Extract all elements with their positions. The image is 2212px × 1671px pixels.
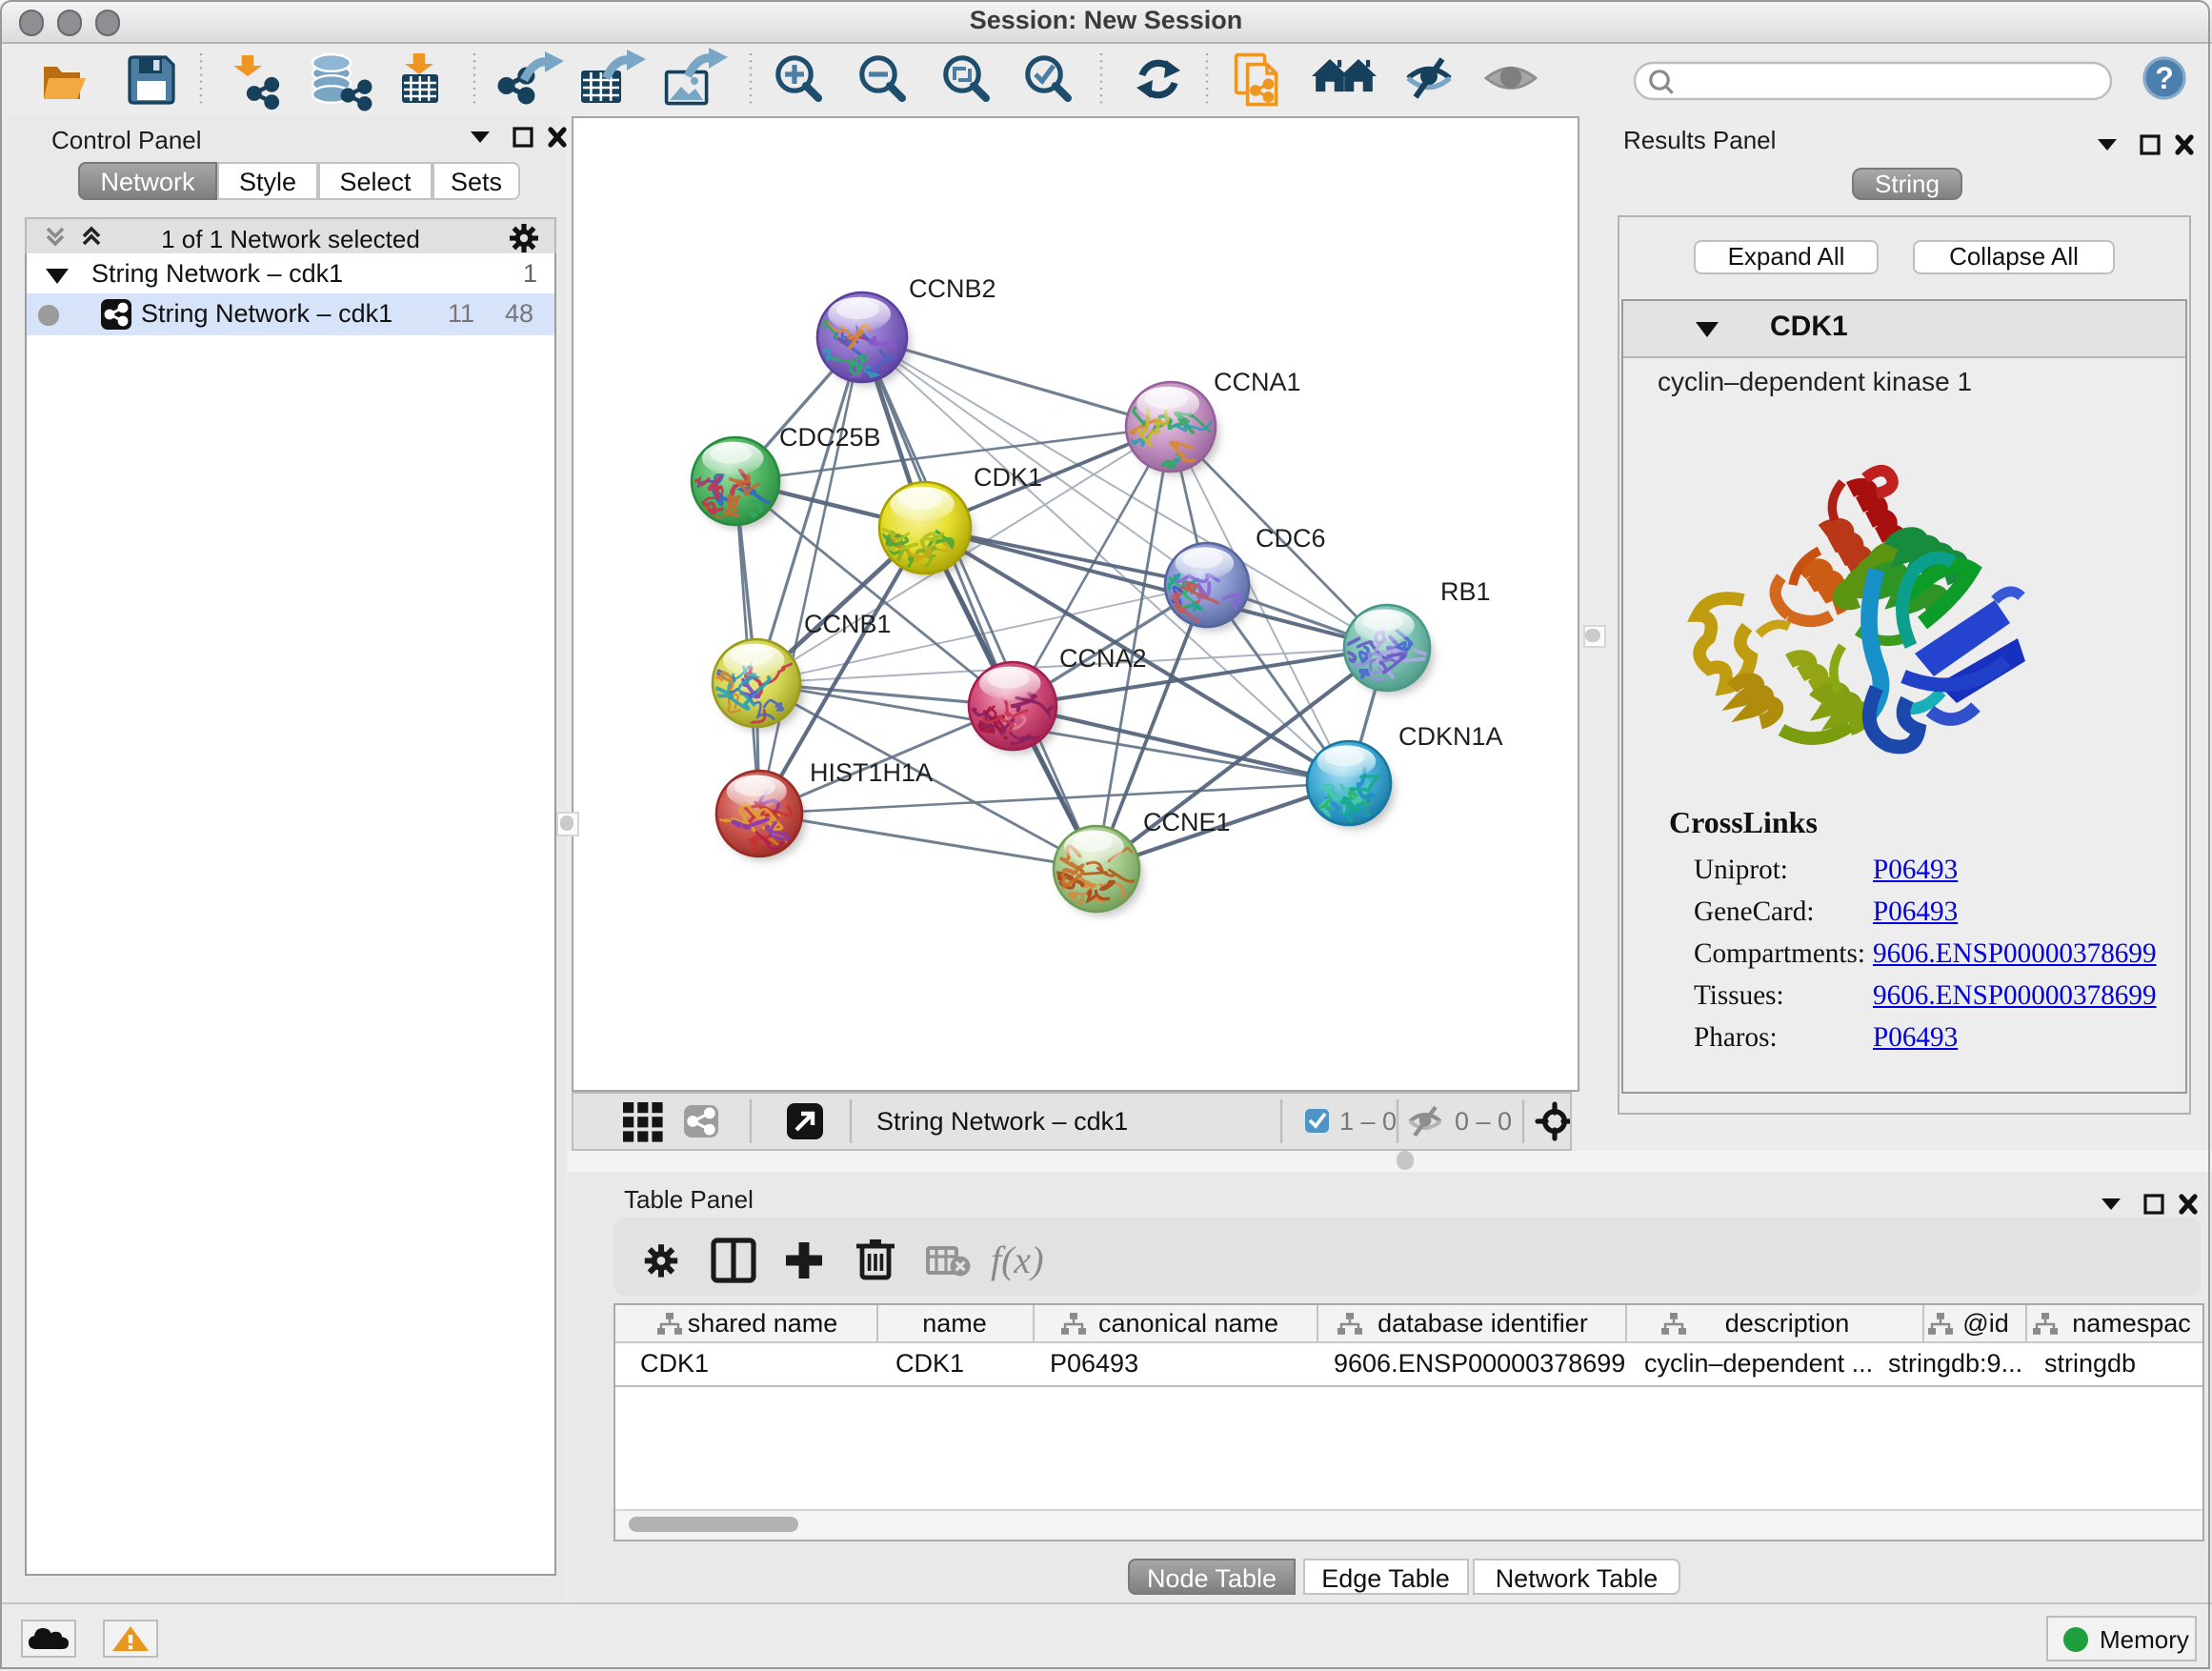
svg-text:CDK1: CDK1 xyxy=(974,463,1042,492)
svg-text:CDC25B: CDC25B xyxy=(779,423,881,452)
svg-text:CDKN1A: CDKN1A xyxy=(1398,722,1503,751)
svg-text:String Network – cdk1: String Network – cdk1 xyxy=(876,1107,1128,1136)
svg-text:0 – 0: 0 – 0 xyxy=(1455,1107,1512,1136)
svg-text:CCNA2: CCNA2 xyxy=(1059,644,1147,673)
svg-text:f(x): f(x) xyxy=(990,1238,1043,1280)
svg-text:CCNB1: CCNB1 xyxy=(804,610,892,638)
svg-text:HIST1H1A: HIST1H1A xyxy=(810,758,933,787)
svg-text:CDC6: CDC6 xyxy=(1256,524,1326,553)
svg-text:1 – 0: 1 – 0 xyxy=(1339,1107,1397,1136)
svg-text:CCNE1: CCNE1 xyxy=(1143,808,1231,836)
svg-text:CCNB2: CCNB2 xyxy=(909,274,996,303)
svg-text:RB1: RB1 xyxy=(1440,577,1491,606)
svg-text:CCNA1: CCNA1 xyxy=(1214,368,1301,396)
svg-text:?: ? xyxy=(2155,61,2174,95)
